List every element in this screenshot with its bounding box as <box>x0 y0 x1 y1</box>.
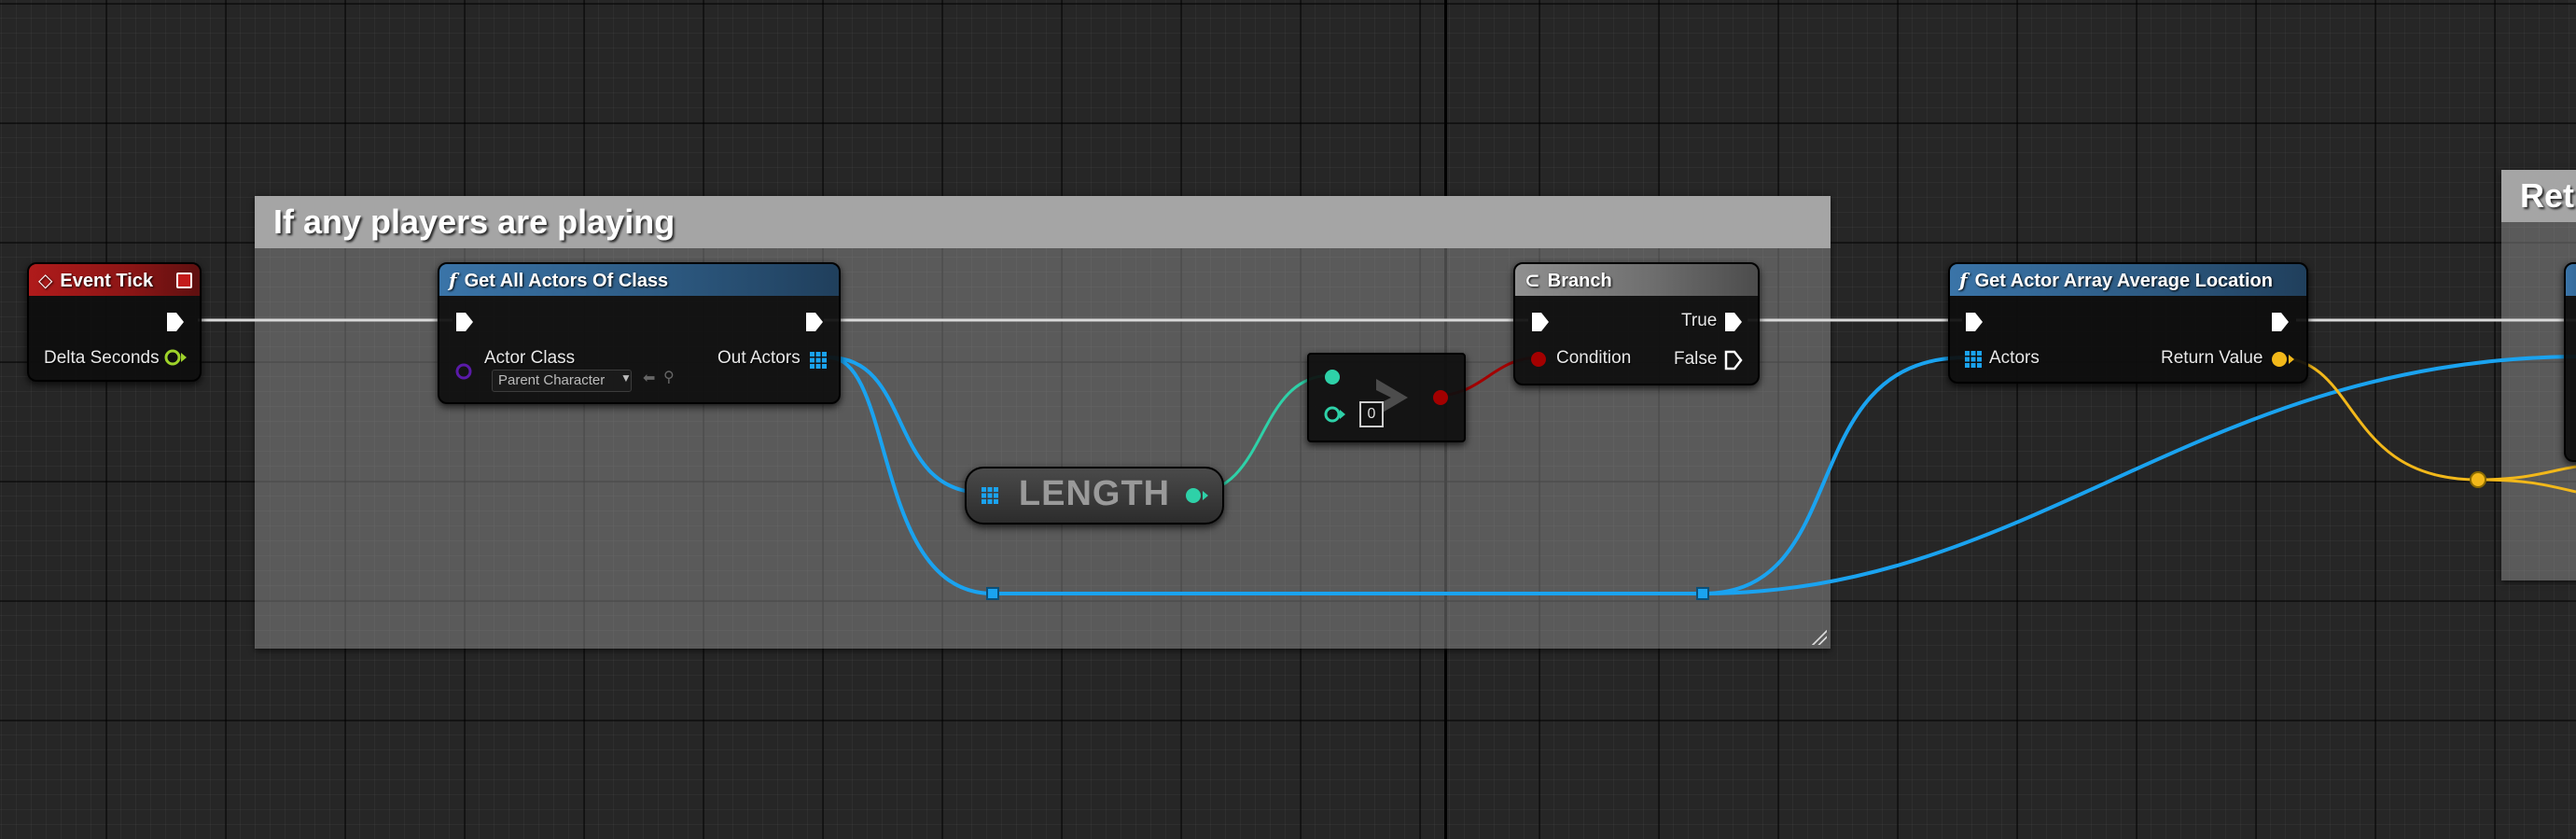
get-all-actors-of-class-node[interactable]: f Get All Actors Of Class Actor Class Par… <box>438 262 841 404</box>
vector-wire[interactable] <box>2477 478 2576 494</box>
node-header[interactable]: f Get All Actors Of Class <box>439 264 839 296</box>
event-diamond-icon: ◇ <box>38 269 53 291</box>
browse-search-icon[interactable]: ⚲ <box>663 368 675 386</box>
node-header[interactable]: f Get Actor Array Average Location <box>1950 264 2306 296</box>
exec-in-pin[interactable] <box>1964 311 1984 333</box>
literal-b-input[interactable]: 0 <box>1359 401 1384 427</box>
branch-node[interactable]: ⊂ Branch True Condition False <box>1513 262 1760 385</box>
actor-class-label: Actor Class <box>484 348 576 368</box>
reroute-knot[interactable] <box>986 587 999 600</box>
exec-out-pin[interactable] <box>2270 311 2291 333</box>
function-icon: f <box>449 269 457 291</box>
exec-out-pin[interactable] <box>165 311 186 333</box>
true-label: True <box>1681 311 1718 330</box>
branch-icon: ⊂ <box>1525 269 1540 291</box>
chevron-down-icon[interactable]: ▼ <box>620 371 632 385</box>
actors-label: Actors <box>1989 348 2040 368</box>
exec-in-pin[interactable] <box>454 311 475 333</box>
out-actors-label: Out Actors <box>717 348 801 368</box>
reroute-knot[interactable] <box>1696 587 1709 600</box>
exec-out-pin[interactable] <box>804 311 825 333</box>
vector-out-pin[interactable] <box>2269 348 2297 371</box>
function-icon: f <box>1959 269 1968 291</box>
node-title: Get All Actors Of Class <box>464 271 669 291</box>
float-out-pin[interactable] <box>162 346 188 369</box>
node-header[interactable]: ⊂ Branch <box>1515 264 1758 296</box>
event-tick-node[interactable]: ◇ Event Tick Delta Seconds <box>27 262 202 382</box>
greater-than-node[interactable]: 0 <box>1307 353 1466 442</box>
boolean-in-pin[interactable] <box>1528 348 1553 371</box>
integer-in-pin-b[interactable] <box>1322 403 1346 426</box>
vector-wire[interactable] <box>2477 465 2576 482</box>
boolean-out-pin[interactable] <box>1430 386 1455 409</box>
delegate-pin-icon[interactable] <box>176 273 192 288</box>
partial-offscreen-node[interactable] <box>2564 262 2576 462</box>
length-node[interactable]: LENGTH <box>965 467 1224 524</box>
exec-in-pin[interactable] <box>1530 311 1551 333</box>
actor-class-value: Parent Character <box>498 372 606 388</box>
node-header[interactable]: ◇ Event Tick <box>29 264 200 296</box>
integer-in-pin-a[interactable] <box>1322 366 1346 388</box>
get-actor-array-average-location-node[interactable]: f Get Actor Array Average Location Actors… <box>1948 262 2308 384</box>
delta-seconds-label: Delta Seconds <box>44 348 160 368</box>
integer-out-pin[interactable] <box>1183 484 1211 507</box>
reroute-knot[interactable] <box>2470 471 2486 488</box>
node-title: Get Actor Array Average Location <box>1974 271 2273 291</box>
condition-label: Condition <box>1556 348 1632 368</box>
array-out-pin[interactable] <box>808 350 828 371</box>
node-header[interactable] <box>2566 264 2576 296</box>
class-in-pin[interactable] <box>453 361 475 382</box>
array-wire[interactable] <box>828 356 1703 595</box>
exec-out-false-pin[interactable] <box>1723 349 1744 371</box>
node-title: Event Tick <box>60 271 154 291</box>
exec-out-true-pin[interactable] <box>1723 311 1744 333</box>
array-wire[interactable] <box>1702 355 2576 595</box>
array-wire[interactable] <box>828 356 984 495</box>
false-label: False <box>1674 349 1718 369</box>
return-value-label: Return Value <box>2161 348 2263 368</box>
array-in-pin[interactable] <box>1963 349 1984 370</box>
node-title: Branch <box>1547 271 1612 291</box>
use-selected-arrow-icon[interactable]: ⬅ <box>643 369 655 387</box>
wire-layer <box>198 318 2576 600</box>
actor-class-dropdown[interactable]: Parent Character <box>492 370 632 392</box>
